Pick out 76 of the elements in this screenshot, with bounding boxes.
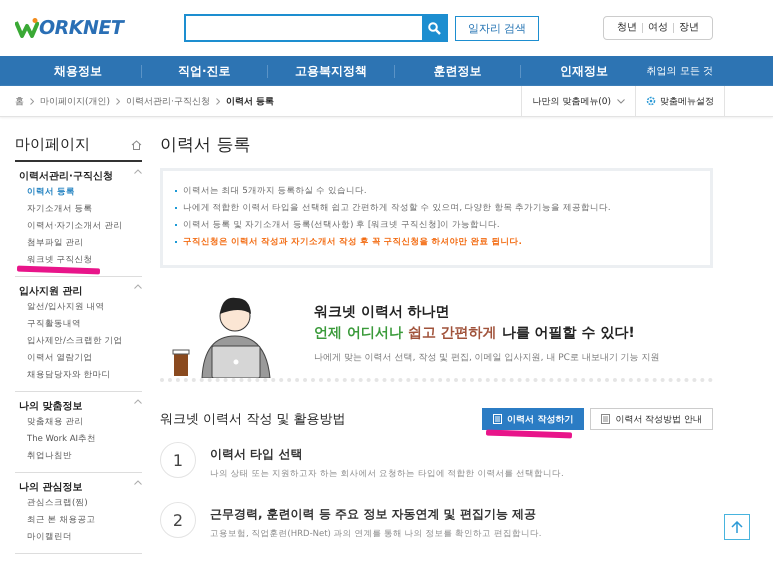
- sidebar-item[interactable]: 이력서·자기소개서 관리: [27, 221, 122, 232]
- search-button[interactable]: [422, 16, 446, 40]
- nav-item[interactable]: 인재정보: [520, 64, 647, 78]
- nav-link[interactable]: 취업의 모든 것: [646, 64, 714, 78]
- sidebar-item[interactable]: 워크넷 구직신청: [27, 255, 93, 266]
- breadcrumb-link[interactable]: 홈: [15, 94, 24, 108]
- page-title: 이력서 등록: [160, 134, 252, 156]
- step-description: 나의 상태 또는 지원하고자 하는 회사에서 요청하는 타입에 적합한 이력서를 선택합니다.: [210, 468, 564, 480]
- notice-text: 나에게 적합한 이력서 타입을 선택해 쉽고 간편하게 작성할 수 있으며, 다양한 항목 추가기능을 제공합니다.: [175, 202, 698, 214]
- collapse-chevron-icon: [134, 284, 142, 289]
- document-icon: [601, 414, 610, 424]
- sidebar-item[interactable]: 입사제안/스크랩한 기업: [27, 336, 123, 347]
- scroll-top-button[interactable]: [724, 514, 750, 540]
- banner-description: 나에게 맞는 이력서 선택, 작성 및 편집, 이메일 입사지원, 내 PC로 내보내기 기능 지원: [314, 352, 660, 364]
- logo-mark-icon: [15, 18, 39, 38]
- breadcrumb-link[interactable]: 이력서관리·구직신청: [126, 94, 210, 108]
- sidebar-item[interactable]: 이력서 열람기업: [27, 353, 93, 364]
- menu-settings-button[interactable]: 맞춤메뉴설정: [635, 86, 725, 116]
- sidebar-group-header[interactable]: 입사지원 관리: [15, 284, 142, 302]
- home-icon[interactable]: [131, 140, 142, 150]
- breadcrumb-link[interactable]: 이력서 등록: [226, 94, 274, 108]
- logo-text: ORKNET: [39, 17, 124, 39]
- audience-link[interactable]: 장년: [673, 23, 704, 33]
- sidebar-item[interactable]: 채용담당자와 한마디: [27, 370, 111, 381]
- sidebar-item[interactable]: 이력서 등록: [27, 187, 75, 198]
- nav-item[interactable]: 고용복지정책: [267, 64, 394, 78]
- chevron-icon: [30, 98, 34, 104]
- sidebar-item[interactable]: 취업나침반: [27, 451, 72, 462]
- section-title: 워크넷 이력서 작성 및 활용방법: [160, 411, 346, 428]
- nav-item[interactable]: 훈련정보: [394, 64, 520, 78]
- banner-slogan: 언제 어디서나: [314, 324, 403, 342]
- sidebar-item[interactable]: The Work AI추천: [27, 434, 96, 445]
- banner-slogan: 쉽고 간편하게: [408, 324, 497, 342]
- notice-text: 이력서 등록 및 자기소개서 등록(선택사항) 후 [워크넷 구직신청]이 가능합니다.: [175, 219, 698, 231]
- breadcrumb-link[interactable]: 마이페이지(개인): [40, 94, 110, 108]
- collapse-chevron-icon: [134, 169, 142, 174]
- sidebar-group-header[interactable]: 나의 맞춤정보: [15, 399, 142, 417]
- my-menu-dropdown[interactable]: 나만의 맞춤메뉴(0): [521, 86, 635, 116]
- sidebar-item[interactable]: 자기소개서 등록: [27, 204, 93, 215]
- worknet-logo[interactable]: ORKNET: [15, 17, 184, 39]
- job-search-button[interactable]: 일자리 검색: [455, 16, 539, 40]
- write-resume-button[interactable]: 이력서 작성하기: [482, 408, 584, 430]
- sidebar-item[interactable]: 구직활동내역: [27, 319, 81, 330]
- step-title: 근무경력, 훈련이력 등 주요 정보 자동연계 및 편집기능 제공: [210, 506, 537, 523]
- sidebar-item[interactable]: 알선/입사지원 내역: [27, 302, 105, 313]
- arrow-up-icon: [731, 520, 743, 534]
- notice-text: 구직신청은 이력서 작성과 자기소개서 작성 후 꼭 구직신청을 하셔야만 완료 됩니다.: [175, 236, 698, 248]
- step-number: 2: [160, 502, 196, 538]
- step-title: 이력서 타입 선택: [210, 446, 304, 463]
- step-number: 1: [160, 442, 196, 478]
- collapse-chevron-icon: [134, 480, 142, 485]
- sidebar-item[interactable]: 관심스크랩(찜): [27, 498, 88, 509]
- sidebar-group-header[interactable]: 이력서관리·구직신청: [15, 169, 142, 187]
- nav-item[interactable]: 채용정보: [15, 64, 141, 78]
- step-description: 고용보험, 직업훈련(HRD-Net) 과의 연계를 통해 나의 정보를 확인하고 편집합니다.: [210, 528, 542, 540]
- sidebar-item[interactable]: 맞춤채용 관리: [27, 417, 84, 428]
- banner-slogan: 나를 어필할 수 있다!: [502, 324, 635, 342]
- chevron-icon: [216, 98, 220, 104]
- chevron-icon: [116, 98, 120, 104]
- sidebar-group-header[interactable]: 나의 관심정보: [15, 480, 142, 498]
- settings-icon: [646, 96, 656, 106]
- collapse-chevron-icon: [134, 399, 142, 404]
- sidebar-item[interactable]: 첨부파일 관리: [27, 238, 84, 249]
- notice-text: 이력서는 최대 5개까지 등록하실 수 있습니다.: [175, 185, 698, 197]
- document-icon: [493, 414, 502, 424]
- sidebar-title: 마이페이지: [15, 135, 90, 154]
- search-icon: [428, 22, 440, 34]
- sidebar-item[interactable]: 마이캘린더: [27, 532, 72, 543]
- nav-item[interactable]: 직업·진로: [140, 64, 268, 78]
- guide-button[interactable]: 이력서 작성방법 안내: [590, 408, 713, 430]
- audience-link[interactable]: 여성: [642, 23, 673, 33]
- caret-icon: [617, 98, 625, 104]
- audience-link[interactable]: 청년: [612, 23, 642, 33]
- banner-headline: 워크넷 이력서 하나면: [314, 303, 451, 321]
- search-field[interactable]: [184, 14, 448, 42]
- sidebar-item[interactable]: 최근 본 채용공고: [27, 515, 96, 526]
